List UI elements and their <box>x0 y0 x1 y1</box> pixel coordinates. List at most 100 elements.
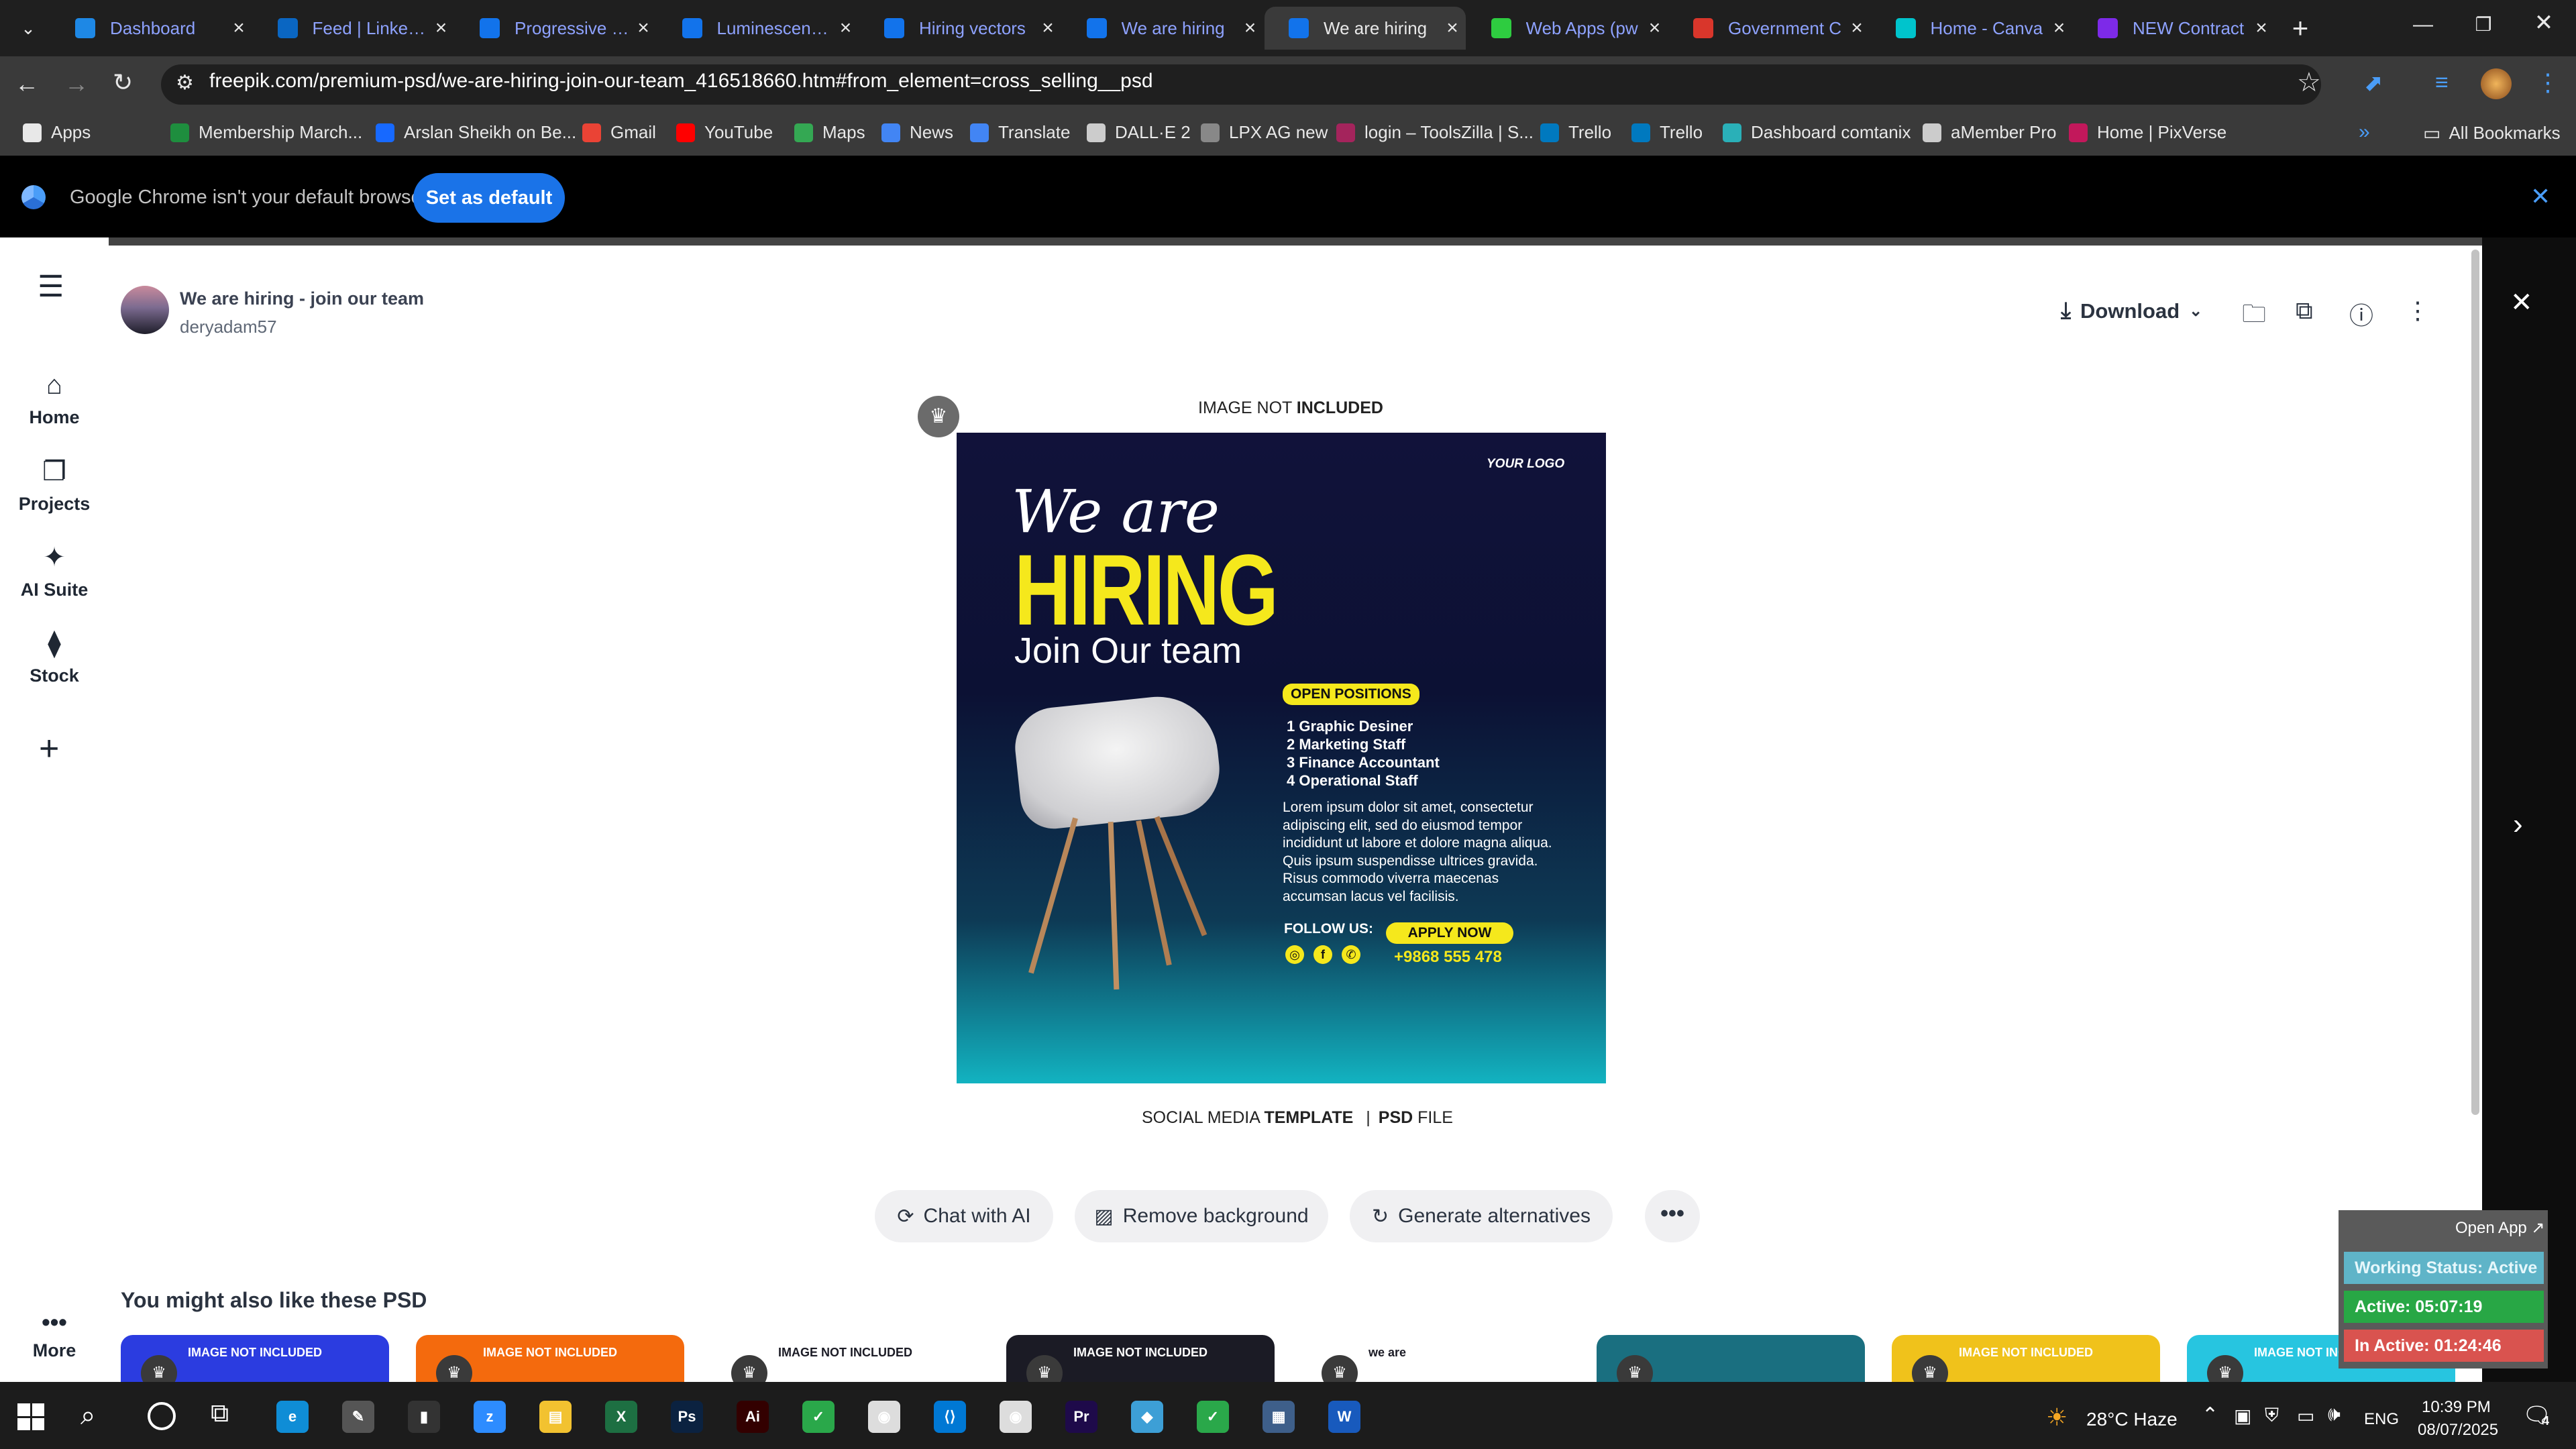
site-info-icon[interactable]: ⚙ <box>176 71 194 95</box>
bookmark-item[interactable]: Translate <box>970 122 1070 143</box>
generate-alternatives-button[interactable]: ↻ Generate alternatives <box>1350 1190 1613 1242</box>
more-options-icon[interactable]: ⋮ <box>2406 297 2430 325</box>
vscode-icon[interactable]: ⟨⟩ <box>934 1401 966 1433</box>
reload-button[interactable]: ↻ <box>113 68 133 97</box>
scrollbar-thumb[interactable] <box>2471 250 2479 1115</box>
profile-avatar[interactable] <box>2481 68 2512 99</box>
cortana-icon[interactable] <box>148 1402 176 1430</box>
clock-time[interactable]: 10:39 PM <box>2422 1398 2491 1417</box>
bookmark-item[interactable]: Arslan Sheikh on Be... <box>376 122 576 143</box>
tab-5[interactable]: Hiring vectors × <box>860 7 1061 50</box>
browser-menu-icon[interactable]: ⋮ <box>2536 68 2560 97</box>
sidebar-item-ai-suite[interactable]: ✦ AI Suite <box>0 542 109 600</box>
bookmark-item[interactable]: aMember Pro <box>1923 122 2057 143</box>
chat-with-ai-button[interactable]: ⟳ Chat with AI <box>875 1190 1053 1242</box>
bookmark-item[interactable]: News <box>881 122 953 143</box>
meet-icon[interactable]: ▣ <box>2234 1405 2251 1427</box>
tab-10[interactable]: Home - Canva × <box>1872 7 2073 50</box>
tab-close-icon[interactable]: × <box>1439 17 1466 40</box>
file-explorer-icon[interactable]: ▤ <box>539 1401 572 1433</box>
author-avatar[interactable] <box>121 286 169 334</box>
edge-icon[interactable]: e <box>276 1401 309 1433</box>
minimize-button[interactable]: — <box>2403 13 2443 43</box>
open-app-link[interactable]: Open App ↗ <box>2455 1218 2545 1238</box>
bookmark-item[interactable]: login – ToolsZilla | S... <box>1336 122 1534 143</box>
set-default-button[interactable]: Set as default <box>413 173 565 223</box>
edit-image-icon[interactable]: ⧉ <box>2296 297 2313 325</box>
forward-button[interactable]: → <box>64 70 89 98</box>
bookmark-item[interactable]: DALL·E 2 <box>1087 122 1191 143</box>
network-icon[interactable]: ▭ <box>2297 1405 2314 1427</box>
restore-button[interactable]: ❐ <box>2463 13 2504 43</box>
sidebar-item-stock[interactable]: ⧫ Stock <box>0 628 109 686</box>
close-modal-icon[interactable]: ✕ <box>2510 287 2533 318</box>
tab-11[interactable]: NEW Contract × <box>2074 7 2275 50</box>
bookmarks-overflow-icon[interactable]: » <box>2359 121 2370 144</box>
security-icon[interactable]: ⛨ <box>2265 1405 2279 1427</box>
extensions-icon[interactable]: ⬈ <box>2364 70 2383 97</box>
excel-icon[interactable]: X <box>605 1401 637 1433</box>
tab-close-icon[interactable]: × <box>1237 17 1264 40</box>
weather-icon[interactable]: ☀ <box>2046 1403 2068 1432</box>
windows-start-icon[interactable] <box>17 1403 44 1430</box>
bookmark-star-icon[interactable]: ☆ <box>2297 67 2321 98</box>
tray-chevron-icon[interactable]: ⌃ <box>2202 1403 2218 1427</box>
tab-3[interactable]: Progressive we × <box>455 7 657 50</box>
volume-icon[interactable]: 🕪 <box>2328 1403 2341 1426</box>
bookmark-item[interactable]: Trello <box>1540 122 1611 143</box>
word-icon[interactable]: W <box>1328 1401 1360 1433</box>
tab-close-icon[interactable]: × <box>1843 17 1870 40</box>
close-window-button[interactable]: ✕ <box>2524 9 2564 39</box>
language-indicator[interactable]: ENG <box>2364 1410 2399 1429</box>
tab-close-icon[interactable]: × <box>225 17 252 40</box>
tab-close-icon[interactable]: × <box>428 17 455 40</box>
photoshop-icon[interactable]: Ps <box>671 1401 703 1433</box>
greenapp-icon[interactable]: ✓ <box>1197 1401 1229 1433</box>
zoom-icon[interactable]: z <box>474 1401 506 1433</box>
task-view-icon[interactable]: ⧉ <box>211 1399 229 1428</box>
tab-4[interactable]: Luminescent te × <box>658 7 859 50</box>
related-card[interactable]: ♛ we are <box>1301 1335 1570 1382</box>
bookmark-item[interactable]: Dashboard comtanix <box>1723 122 1911 143</box>
tab-7[interactable]: We are hiring × <box>1265 7 1466 50</box>
tab-2[interactable]: Feed | LinkedIn × <box>254 7 455 50</box>
premiere-icon[interactable]: Pr <box>1065 1401 1097 1433</box>
asset-preview[interactable]: YOUR LOGO We are HIRING Join Our team OP… <box>957 433 1606 1083</box>
sidebar-item-home[interactable]: ⌂ Home <box>0 370 109 428</box>
author-name[interactable]: deryadam57 <box>180 317 277 337</box>
app-icon[interactable]: ◆ <box>1131 1401 1163 1433</box>
illustrator-icon[interactable]: Ai <box>737 1401 769 1433</box>
clock-date[interactable]: 08/07/2025 <box>2418 1421 2498 1440</box>
search-icon[interactable]: ⌕ <box>80 1401 95 1431</box>
back-button[interactable]: ← <box>15 70 39 98</box>
hamburger-menu-icon[interactable]: ☰ <box>38 270 64 304</box>
related-card[interactable]: ♛ IMAGE NOT INCLUDED <box>1006 1335 1275 1382</box>
bookmark-item[interactable]: Apps <box>23 122 91 143</box>
close-infobar-icon[interactable]: ✕ <box>2530 182 2551 211</box>
related-card[interactable]: ♛ IMAGE NOT INCLUDED <box>711 1335 979 1382</box>
related-card[interactable]: ♛ IMAGE NOT INCLUDED <box>416 1335 684 1382</box>
tab-6[interactable]: We are hiring × <box>1063 7 1264 50</box>
new-tab-button[interactable]: + <box>2284 12 2317 46</box>
remove-background-button[interactable]: ▨ Remove background <box>1075 1190 1328 1242</box>
url-text[interactable]: freepik.com/premium-psd/we-are-hiring-jo… <box>209 70 1153 93</box>
all-bookmarks[interactable]: ▭ All Bookmarks <box>2423 122 2561 144</box>
tab-close-icon[interactable]: × <box>1642 17 1668 40</box>
bookmark-item[interactable]: YouTube <box>676 122 773 143</box>
tab-8[interactable]: Web Apps (pw × <box>1467 7 1668 50</box>
tab-close-icon[interactable]: × <box>2046 17 2073 40</box>
related-card[interactable]: ♛ IMAGE NOT INCLUDED <box>1892 1335 2160 1382</box>
calculator-icon[interactable]: ▦ <box>1263 1401 1295 1433</box>
bookmark-item[interactable]: Home | PixVerse <box>2069 122 2226 143</box>
greenapp-icon[interactable]: ✓ <box>802 1401 835 1433</box>
tab-close-icon[interactable]: × <box>630 17 657 40</box>
tab-9[interactable]: Government C × <box>1669 7 1870 50</box>
sidebar-add-icon[interactable]: + <box>39 729 59 769</box>
info-icon[interactable]: ⓘ <box>2349 297 2373 331</box>
next-asset-icon[interactable]: › <box>2513 808 2523 841</box>
media-icon[interactable]: ≡ <box>2435 70 2449 96</box>
tab-close-icon[interactable]: × <box>1034 17 1061 40</box>
tab-close-icon[interactable]: × <box>2248 17 2275 40</box>
download-button[interactable]: ⤓ Download ⌄ <box>2061 298 2202 324</box>
sidebar-item-projects[interactable]: ❐ Projects <box>0 456 109 515</box>
